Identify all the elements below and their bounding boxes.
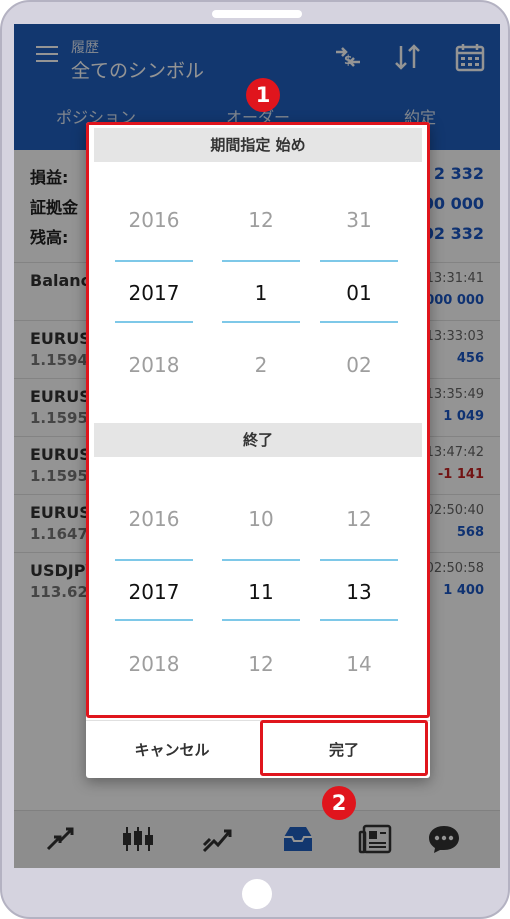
callout-badge-2: 2 [322,786,356,820]
phone-frame: 履歴 全てのシンボル $ ポジション オーダー 約定 損益: 2 332 証拠金… [0,0,510,919]
callout-badge-1: 1 [246,78,280,112]
app-screen: 履歴 全てのシンボル $ ポジション オーダー 約定 損益: 2 332 証拠金… [14,24,500,868]
picker-highlight-box [86,122,430,718]
cancel-button[interactable]: キャンセル [86,721,258,779]
done-highlight-box [260,720,428,776]
speaker-grille [212,10,302,18]
home-button[interactable] [242,879,272,909]
